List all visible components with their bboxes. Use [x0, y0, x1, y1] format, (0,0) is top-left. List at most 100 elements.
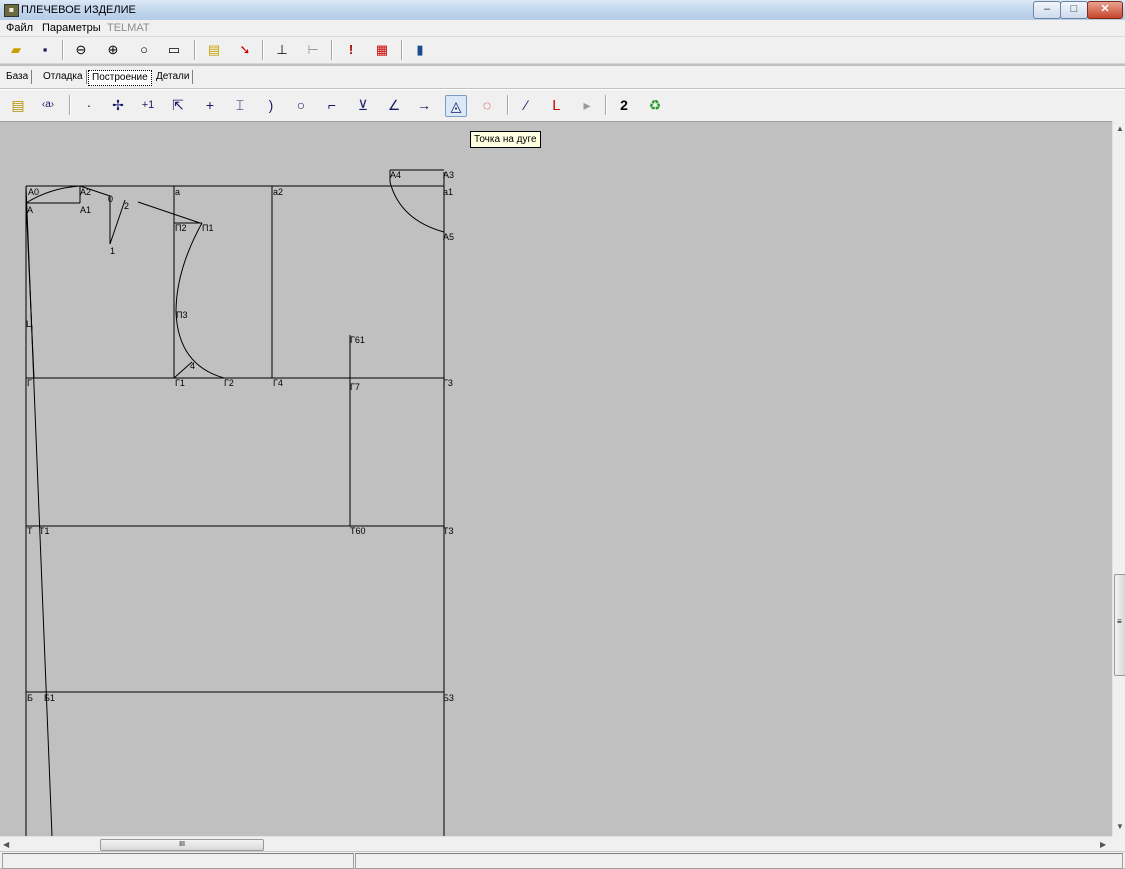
- label-B3: Б3: [443, 693, 454, 703]
- maximize-button[interactable]: □: [1060, 1, 1088, 19]
- scroll-left-icon[interactable]: ◀: [3, 840, 9, 849]
- export-icon[interactable]: ▮: [410, 40, 430, 60]
- window-title: ПЛЕЧЕВОЕ ИЗДЕЛИЕ: [21, 4, 136, 16]
- plus-one-icon[interactable]: +1: [138, 95, 158, 115]
- label-T3: Т3: [443, 526, 454, 536]
- horizontal-scrollbar[interactable]: ◀ III ▶: [0, 836, 1112, 852]
- label-P2: П2: [175, 223, 186, 233]
- label-2: 2: [124, 201, 129, 211]
- document-icon[interactable]: ▤: [204, 40, 224, 60]
- measure-alt-icon[interactable]: ⊢: [303, 40, 323, 60]
- label-G1: Г1: [175, 378, 185, 388]
- arc-right-icon[interactable]: ): [261, 95, 281, 115]
- toolbar-separator: [69, 95, 71, 115]
- label-B1: Б1: [44, 693, 55, 703]
- tooltip: Точка на дуге: [470, 131, 541, 148]
- label-G7: Г7: [350, 382, 360, 392]
- menu-file[interactable]: Файл: [6, 22, 33, 34]
- label-a1: a1: [443, 187, 453, 197]
- scroll-right-icon[interactable]: ▶: [1100, 840, 1106, 849]
- scroll-corner: [1112, 836, 1125, 851]
- toolbar-separator: [401, 40, 403, 60]
- zoom-in-icon[interactable]: ⊕: [103, 40, 123, 60]
- select-icon[interactable]: ⇱: [168, 95, 188, 115]
- zoom-out-icon[interactable]: ⊖: [71, 40, 91, 60]
- measure-icon[interactable]: ⊥: [272, 40, 292, 60]
- info-icon[interactable]: !: [341, 40, 361, 60]
- toolbar-separator: [507, 95, 509, 115]
- label-G3: Г3: [443, 378, 453, 388]
- label-T1: Т1: [39, 526, 50, 536]
- label-a2: a2: [273, 187, 283, 197]
- label-A0: A0: [28, 187, 39, 197]
- label-a: a: [175, 187, 180, 197]
- construction-toolbar: ▤ ‹a› · ✢ +1 ⇱ + ⌶ ) ○ ⌐ ⊻ ∠ → ◬ ◌ ∕ ᒪ ▸…: [0, 89, 1125, 122]
- vertical-scroll-thumb[interactable]: ≡: [1114, 574, 1125, 676]
- toolbar-separator: [262, 40, 264, 60]
- move-icon[interactable]: ✢: [108, 95, 128, 115]
- cross-icon[interactable]: +: [200, 95, 220, 115]
- drawing-canvas[interactable]: A0 A A2 A1 0 2 1 a П2 П1 П3 4 a2 A4 A3 a…: [0, 121, 1112, 836]
- corner-icon[interactable]: ⌐: [322, 95, 342, 115]
- tab-details[interactable]: Детали: [153, 70, 194, 84]
- arrow-right-icon[interactable]: →: [414, 95, 434, 115]
- label-U: Ц: [26, 319, 33, 329]
- menu-bar: Файл Параметры TELMAT: [0, 20, 1125, 37]
- pen-icon[interactable]: ➘: [235, 40, 255, 60]
- open-folder-icon[interactable]: ▰: [6, 40, 26, 60]
- toolbar-separator: [331, 40, 333, 60]
- toolbar-separator: [62, 40, 64, 60]
- zoom-icon[interactable]: ○: [134, 40, 154, 60]
- label-G4: Г4: [273, 378, 283, 388]
- label-A1: A1: [80, 205, 91, 215]
- circle-point-icon[interactable]: ○: [291, 95, 311, 115]
- vertical-scrollbar[interactable]: ▲ ≡ ▼: [1112, 121, 1125, 836]
- bracket-icon[interactable]: ⌶: [230, 95, 250, 115]
- toolbar-separator: [605, 95, 607, 115]
- play-icon[interactable]: ▸: [577, 95, 597, 115]
- label-0: 0: [108, 194, 113, 204]
- label-A2: A2: [80, 187, 91, 197]
- edit-icon[interactable]: ▤: [8, 95, 28, 115]
- pattern-drawing: A0 A A2 A1 0 2 1 a П2 П1 П3 4 a2 A4 A3 a…: [25, 169, 454, 836]
- point-on-arc-icon[interactable]: ◬: [445, 95, 467, 117]
- toolbar-separator: [194, 40, 196, 60]
- main-toolbar: ▰ ▪ ⊖ ⊕ ○ ▭ ▤ ➘ ⊥ ⊢ ! ▦ ▮: [0, 37, 1125, 64]
- label-T60: Т60: [350, 526, 366, 536]
- menu-params[interactable]: Параметры: [42, 22, 101, 34]
- tab-construction[interactable]: Построение: [88, 70, 152, 86]
- label-A4: A4: [390, 170, 401, 180]
- recycle-icon[interactable]: ♻: [645, 95, 665, 115]
- label-B: Б: [27, 693, 33, 703]
- label-T: Т: [27, 526, 33, 536]
- close-button[interactable]: ✕: [1087, 1, 1123, 19]
- label-A3: A3: [443, 170, 454, 180]
- vertical-thumb-grip: ≡: [1117, 617, 1122, 626]
- angle-icon[interactable]: ∠: [384, 95, 404, 115]
- scroll-up-icon[interactable]: ▲: [1116, 124, 1124, 133]
- palette-icon[interactable]: ▦: [372, 40, 392, 60]
- tab-base[interactable]: База: [3, 70, 33, 84]
- tab-bar: База Отладка Построение Детали: [0, 66, 1125, 88]
- title-bar: ◙ ПЛЕЧЕВОЕ ИЗДЕЛИЕ – □ ✕: [0, 0, 1125, 21]
- label-G2: Г2: [224, 378, 234, 388]
- circle-icon[interactable]: ◌: [477, 95, 497, 115]
- status-bar: [0, 851, 1125, 869]
- label-P3: П3: [176, 310, 187, 320]
- tab-debug[interactable]: Отладка: [40, 70, 87, 84]
- fit-page-icon[interactable]: ▭: [164, 40, 184, 60]
- point-icon[interactable]: ·: [79, 95, 99, 115]
- number-button[interactable]: 2: [614, 95, 634, 115]
- scroll-down-icon[interactable]: ▼: [1116, 822, 1124, 831]
- label-P1: П1: [202, 223, 213, 233]
- menu-telmat[interactable]: TELMAT: [107, 22, 150, 34]
- label-G: Г: [27, 378, 32, 388]
- minimize-button[interactable]: –: [1033, 1, 1061, 19]
- line-icon[interactable]: ∕: [516, 95, 536, 115]
- curve-icon[interactable]: ᒪ: [546, 95, 566, 115]
- horizontal-scroll-thumb[interactable]: III: [100, 839, 264, 851]
- name-icon[interactable]: ‹a›: [38, 95, 58, 115]
- save-icon[interactable]: ▪: [35, 40, 55, 60]
- intersection-icon[interactable]: ⊻: [353, 95, 373, 115]
- label-A5: A5: [443, 232, 454, 242]
